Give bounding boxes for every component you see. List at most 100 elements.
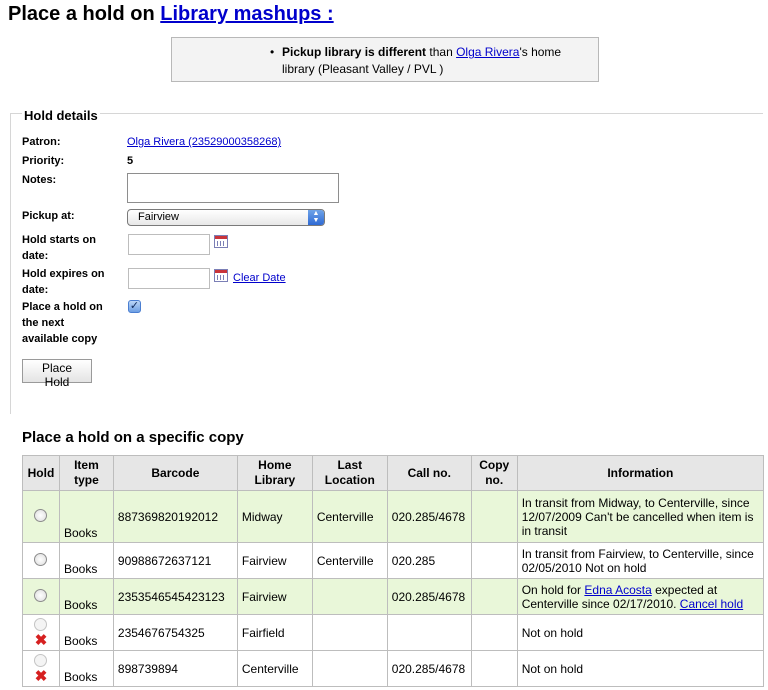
hold-details-fieldset: [10, 113, 763, 414]
page-title: Place a hold on Library mashups :: [8, 0, 334, 28]
hold-details-legend: Hold details: [22, 108, 100, 123]
col-copy-number: Copy no.: [470, 455, 518, 491]
clear-date-link[interactable]: Clear Date: [233, 272, 286, 284]
items-table: Hold Item type Barcode Home Library Last Lo…: [22, 455, 765, 687]
hold-radio-disabled: [34, 617, 48, 631]
last-location-cell: [311, 578, 388, 615]
information-cell: In transit from Midway, to Centerville, …: [516, 490, 765, 543]
pickup-select[interactable]: Fairview ▲ ▼: [127, 209, 325, 226]
hold-cell: [22, 490, 60, 543]
info-line: 12/07/2009 Can't be cancelled when item …: [521, 509, 754, 524]
specific-copy-heading: Place a hold on a specific copy: [22, 429, 244, 446]
table-row: Books 887369820192012 Midway Centerville…: [22, 490, 765, 543]
warning-than-text: than: [426, 45, 457, 59]
hold-radio[interactable]: [34, 552, 48, 566]
col-call-number: Call no.: [386, 455, 472, 491]
information-cell: Not on hold: [516, 614, 765, 651]
call-number-cell: 020.285/4678: [386, 490, 472, 543]
hold-radio[interactable]: [34, 588, 48, 602]
call-number-cell: [386, 614, 472, 651]
last-location-cell: Centerville: [311, 542, 388, 579]
barcode-cell: 2354676754325: [112, 614, 238, 651]
priority-value: 5: [127, 155, 134, 167]
warning-bold-text: Pickup library is different: [282, 45, 427, 59]
item-type-cell: Books: [58, 650, 114, 687]
home-library-cell: Midway: [236, 490, 313, 543]
table-row: Books 90988672637121 Fairview Centervill…: [22, 542, 765, 579]
hold-radio[interactable]: [34, 508, 48, 522]
info-line: In transit from Fairview, to Centerville…: [521, 546, 754, 561]
table-row: Books 2353546545423123 Fairview 020.285/…: [22, 578, 765, 615]
info-line: 02/05/2010 Not on hold: [521, 560, 647, 575]
not-holdable-x-icon: ✖: [34, 667, 48, 685]
item-type-cell: Books: [58, 578, 114, 615]
not-holdable-x-icon: ✖: [34, 631, 48, 649]
patron-label: Patron:: [22, 136, 61, 148]
home-library-cell: Fairview: [236, 542, 313, 579]
hold-patron-link[interactable]: Edna Acosta: [584, 583, 651, 597]
notes-textarea[interactable]: [127, 173, 339, 203]
biblio-title-link[interactable]: Library mashups :: [160, 3, 333, 25]
copy-number-cell: [470, 650, 518, 687]
info-line: In transit from Midway, to Centerville, …: [521, 495, 750, 510]
calendar-icon[interactable]: [214, 235, 228, 248]
hold-expires-label-line2: date:: [22, 284, 49, 296]
hold-cell: [22, 542, 60, 579]
table-row: ✖ Books 898739894 Centerville 020.285/46…: [22, 650, 765, 687]
col-home-library: Home Library: [236, 455, 313, 491]
copy-number-cell: [470, 542, 518, 579]
col-hold: Hold: [22, 455, 60, 491]
hold-expires-label: Hold expires on date:: [22, 266, 105, 298]
next-available-label-line1: Place a hold on: [22, 301, 103, 313]
warning-library-text: library (Pleasant Valley / PVL ): [282, 62, 444, 76]
barcode-cell: 90988672637121: [112, 542, 238, 579]
information-cell: In transit from Fairview, to Centerville…: [516, 542, 765, 579]
col-barcode: Barcode: [112, 455, 238, 491]
home-library-cell: Fairfield: [236, 614, 313, 651]
hold-starts-label-line2: date:: [22, 250, 49, 262]
table-row: ✖ Books 2354676754325 Fairfield Not on h…: [22, 614, 765, 651]
item-type-cell: Books: [58, 490, 114, 543]
place-hold-button[interactable]: Place Hold: [22, 359, 92, 389]
pickup-select-value: Fairview: [138, 211, 179, 223]
last-location-cell: Centerville: [311, 490, 388, 543]
hold-cell: [22, 578, 60, 615]
home-library-cell: Centerville: [236, 650, 313, 687]
page-title-prefix: Place a hold on: [8, 3, 155, 25]
bullet-icon: •: [270, 45, 275, 59]
hold-expires-date-input[interactable]: [128, 268, 210, 289]
patron-link[interactable]: Olga Rivera (23529000358268): [127, 136, 281, 148]
hold-cell: ✖: [22, 614, 60, 651]
last-location-cell: [311, 614, 388, 651]
item-type-cell: Books: [58, 542, 114, 579]
barcode-cell: 898739894: [112, 650, 238, 687]
home-library-cell: Fairview: [236, 578, 313, 615]
select-arrows-icon: ▲ ▼: [308, 210, 324, 225]
next-available-checkbox[interactable]: ✓: [128, 300, 141, 313]
hold-starts-date-input[interactable]: [128, 234, 210, 255]
copy-number-cell: [470, 490, 518, 543]
col-last-location: Last Location: [311, 455, 388, 491]
pickup-warning-message: • Pickup library is different than Olga …: [171, 37, 599, 82]
hold-cell: ✖: [22, 650, 60, 687]
col-item-type: Item type: [58, 455, 114, 491]
calendar-icon[interactable]: [214, 269, 228, 282]
info-text: On hold for: [521, 582, 585, 597]
next-available-label-line3: available copy: [22, 333, 98, 345]
call-number-cell: 020.285/4678: [386, 578, 472, 615]
info-text: Centerville since 02/17/2010.: [521, 596, 680, 611]
hold-expires-label-line1: Hold expires on: [22, 268, 105, 280]
notes-label: Notes:: [22, 174, 57, 186]
copy-number-cell: [470, 614, 518, 651]
item-type-cell: Books: [58, 614, 114, 651]
copy-number-cell: [470, 578, 518, 615]
cancel-hold-link[interactable]: Cancel hold: [680, 597, 743, 611]
pickup-label: Pickup at:: [22, 210, 75, 222]
warning-patron-link[interactable]: Olga Rivera: [456, 45, 519, 59]
info-text: expected at: [651, 582, 718, 597]
info-line: in transit: [521, 523, 568, 538]
last-location-cell: [311, 650, 388, 687]
call-number-cell: 020.285: [386, 542, 472, 579]
warning-home-text: 's home: [519, 45, 562, 59]
information-cell: Not on hold: [516, 650, 765, 687]
